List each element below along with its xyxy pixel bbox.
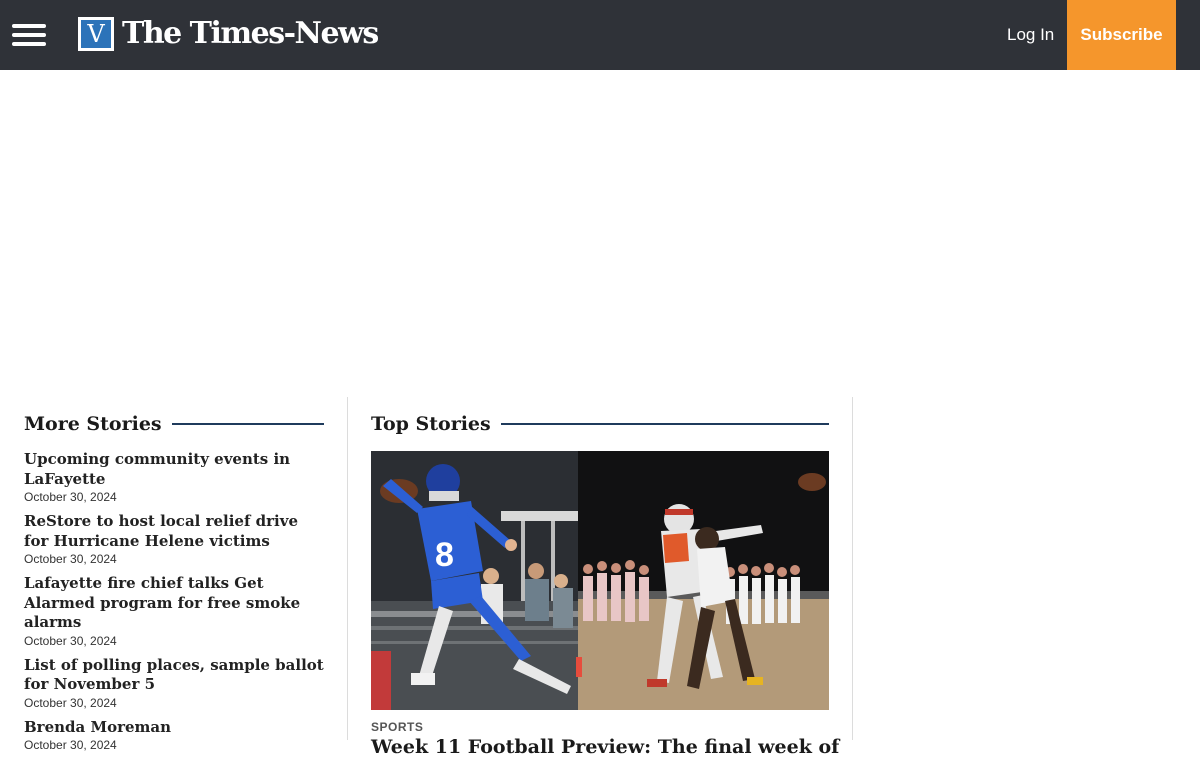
story-item[interactable]: Upcoming community events in LaFayette O… bbox=[24, 450, 324, 506]
column-divider bbox=[852, 397, 853, 740]
subscribe-button[interactable]: Subscribe bbox=[1067, 0, 1176, 70]
top-stories-title: Top Stories bbox=[371, 413, 491, 435]
story-date: October 30, 2024 bbox=[24, 490, 117, 504]
more-stories-list: Upcoming community events in LaFayette O… bbox=[24, 450, 324, 754]
menu-icon[interactable] bbox=[12, 22, 46, 48]
svg-text:8: 8 bbox=[435, 536, 454, 574]
story-date: October 30, 2024 bbox=[24, 633, 117, 648]
lead-story-headline[interactable]: Week 11 Football Preview: The final week… bbox=[371, 736, 839, 758]
story-title[interactable]: Lafayette fire chief talks Get Alarmed p… bbox=[24, 574, 324, 633]
logo-mark: V bbox=[78, 17, 114, 51]
story-item[interactable]: List of polling places, sample ballot fo… bbox=[24, 656, 324, 712]
story-title[interactable]: Brenda Moreman bbox=[24, 718, 324, 738]
story-date: October 30, 2024 bbox=[24, 552, 117, 566]
lead-story-category[interactable]: SPORTS bbox=[371, 720, 829, 734]
column-divider bbox=[347, 397, 348, 740]
more-stories-header: More Stories bbox=[24, 408, 324, 440]
more-stories-section: More Stories Upcoming community events i… bbox=[24, 408, 324, 760]
site-header: V The Times-News Log In Subscribe bbox=[0, 0, 1200, 70]
logo-letter: V bbox=[81, 20, 111, 48]
story-item[interactable]: Brenda Moreman October 30, 2024 bbox=[24, 718, 324, 755]
section-rule bbox=[171, 423, 324, 425]
story-title[interactable]: List of polling places, sample ballot fo… bbox=[24, 656, 324, 695]
lead-story-image[interactable]: 8 bbox=[371, 451, 829, 710]
top-stories-section: Top Stories 8 SPORTS Week 11 Football Pr… bbox=[371, 408, 839, 758]
more-stories-title: More Stories bbox=[24, 413, 162, 435]
site-logo[interactable]: V The Times-News bbox=[78, 14, 379, 54]
story-date: October 30, 2024 bbox=[24, 695, 117, 710]
story-title[interactable]: ReStore to host local relief drive for H… bbox=[24, 512, 324, 551]
story-title[interactable]: Upcoming community events in LaFayette bbox=[24, 450, 324, 489]
login-link[interactable]: Log In bbox=[1007, 23, 1054, 47]
top-stories-header: Top Stories bbox=[371, 408, 829, 440]
story-item[interactable]: ReStore to host local relief drive for H… bbox=[24, 512, 324, 568]
story-item[interactable]: Lafayette fire chief talks Get Alarmed p… bbox=[24, 574, 324, 650]
section-rule bbox=[500, 423, 829, 425]
logo-wordmark: The Times-News bbox=[122, 16, 379, 51]
